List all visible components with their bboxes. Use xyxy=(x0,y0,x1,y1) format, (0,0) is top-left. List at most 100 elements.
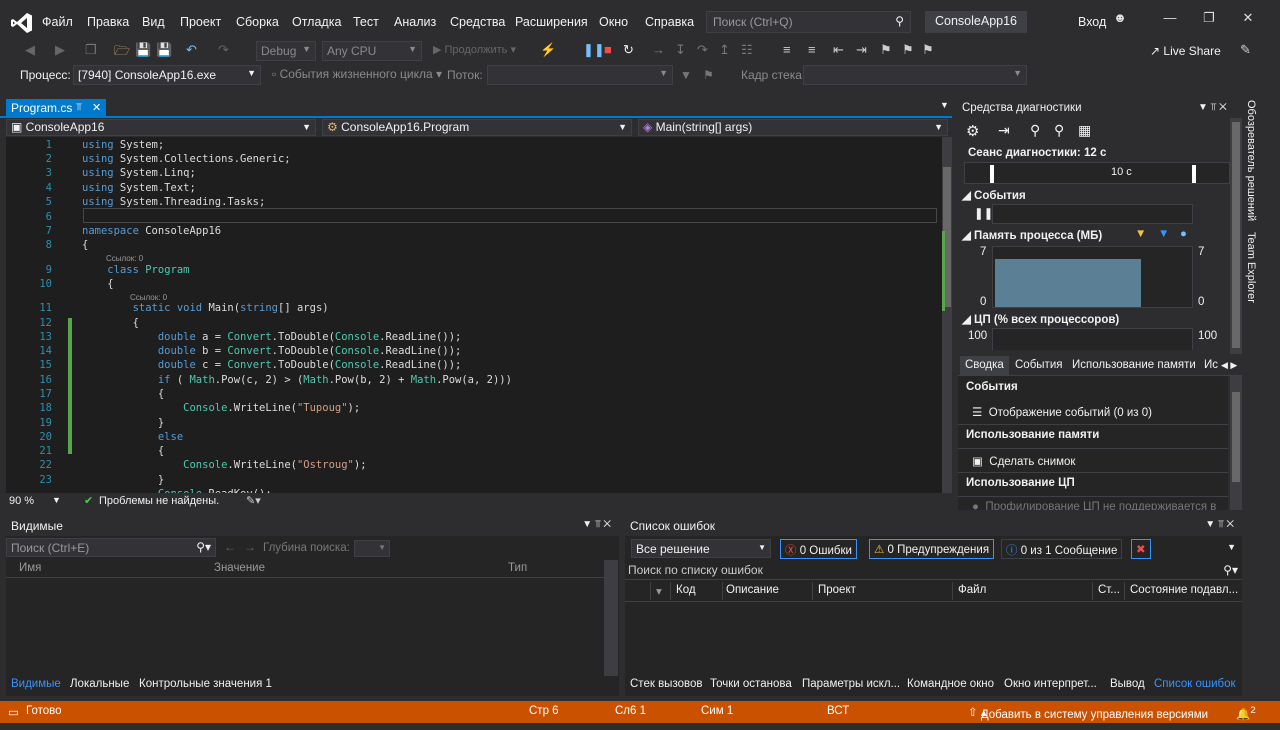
search-depth-select[interactable]: ▼ xyxy=(354,540,390,557)
save-all-icon[interactable]: 💾 xyxy=(156,42,172,58)
solution-explorer-tab[interactable]: Обозреватель решений xyxy=(1245,100,1257,221)
memory-section-header[interactable]: ◢ Память процесса (МБ) xyxy=(962,228,1102,242)
show-events-link[interactable]: ☰ Отображение событий (0 из 0) xyxy=(972,405,1152,419)
timeline-start-handle[interactable] xyxy=(990,165,994,183)
tab-command-window[interactable]: Командное окно xyxy=(907,678,994,690)
notifications-icon[interactable]: 🔔2 xyxy=(1236,705,1256,721)
autos-scrollbar[interactable] xyxy=(604,560,618,676)
scope-select[interactable]: Все решение ▼ xyxy=(631,539,771,558)
diagnostics-top-scrollbar[interactable] xyxy=(1230,118,1242,354)
tab-breakpoints[interactable]: Точки останова xyxy=(710,678,792,690)
col-line[interactable]: Ст... xyxy=(1093,582,1125,600)
feedback-icon[interactable]: ✎ xyxy=(1240,42,1251,58)
next-bookmark-icon[interactable]: ⚑ xyxy=(922,42,934,58)
issues-status[interactable]: Проблемы не найдены. xyxy=(99,495,219,507)
hot-reload-icon[interactable]: ⚡ xyxy=(540,42,556,58)
step-into-icon[interactable]: ↧ xyxy=(675,42,686,58)
pin-icon[interactable]: ⫪ xyxy=(76,102,82,113)
tab-error-list[interactable]: Список ошибок xyxy=(1154,678,1236,690)
save-icon[interactable]: 💾 xyxy=(135,42,151,58)
add-to-source-control-button[interactable]: ⇧ Добавить в систему управления версиями… xyxy=(968,705,1208,721)
codelens-references[interactable]: Ссылок: 0 xyxy=(106,254,143,263)
menu-debug[interactable]: Отладка xyxy=(292,15,341,29)
col-severity[interactable]: ▾ xyxy=(651,582,671,600)
tab-call-stack[interactable]: Стек вызовов xyxy=(630,678,702,690)
menu-file[interactable]: Файл xyxy=(42,15,73,29)
events-section-header[interactable]: ◢ События xyxy=(962,188,1026,202)
autos-search-input[interactable]: Поиск (Ctrl+E) ⚲▾ xyxy=(6,538,216,557)
menu-extensions[interactable]: Расширения xyxy=(515,15,588,29)
prev-bookmark-icon[interactable]: ⚑ xyxy=(902,42,914,58)
search-back-icon[interactable]: ← xyxy=(224,540,236,554)
tab-memory-usage[interactable]: Использование памяти xyxy=(1072,359,1196,371)
tab-scroll-arrows[interactable]: ◀ ▶ xyxy=(1221,360,1237,371)
restore-icon[interactable]: ❐ xyxy=(1197,10,1221,32)
warnings-filter-button[interactable]: ⚠ 0 Предупреждения xyxy=(869,539,995,559)
live-share-button[interactable]: ↗ Live Share xyxy=(1150,44,1221,58)
build-intellisense-filter-icon[interactable]: ✖ xyxy=(1131,539,1151,559)
forward-icon[interactable]: ▶ xyxy=(55,42,65,58)
menu-edit[interactable]: Правка xyxy=(87,15,129,29)
panel-controls-icon[interactable]: ▼ ⫪ ✕ xyxy=(582,519,611,530)
search-forward-icon[interactable]: → xyxy=(244,540,256,554)
messages-filter-button[interactable]: ⓘ 0 из 1 Сообщение xyxy=(1001,539,1123,559)
redo-icon[interactable]: ↷ xyxy=(218,42,229,58)
show-next-statement-icon[interactable]: → xyxy=(652,42,665,57)
export-icon[interactable]: ⇥ xyxy=(998,122,1010,139)
editor-scrollbar[interactable] xyxy=(942,137,952,493)
settings-icon[interactable]: ⚙ xyxy=(966,122,979,140)
open-folder-icon[interactable]: 🗁 xyxy=(114,42,130,64)
close-icon[interactable]: ✕ xyxy=(1236,10,1260,32)
continue-button[interactable]: ▶ Продолжить ▾ xyxy=(433,43,516,56)
lifecycle-events-button[interactable]: ▫ События жизненного цикла ▾ xyxy=(272,67,442,81)
tab-exception-settings[interactable]: Параметры искл... xyxy=(802,678,900,690)
menu-tools[interactable]: Средства xyxy=(450,15,505,29)
restart-icon[interactable]: ↻ xyxy=(623,42,634,58)
tab-cpu-usage[interactable]: Ис xyxy=(1204,359,1218,371)
step-out-icon[interactable]: ↥ xyxy=(719,42,730,58)
tab-watch-1[interactable]: Контрольные значения 1 xyxy=(139,678,272,690)
tab-overflow-icon[interactable]: ▼ xyxy=(940,100,949,110)
menu-project[interactable]: Проект xyxy=(180,15,221,29)
thread-select[interactable]: ▼ xyxy=(487,65,673,85)
cleanup-icon[interactable]: ✎▾ xyxy=(246,494,261,507)
reset-view-icon[interactable]: ▦ xyxy=(1078,122,1091,139)
bookmark-icon[interactable]: ⚑ xyxy=(880,42,892,58)
zoom-out-icon[interactable]: ⚲ xyxy=(1054,122,1064,139)
toggle-comment-icon[interactable]: ≡ xyxy=(783,42,791,57)
minimize-icon[interactable]: — xyxy=(1158,10,1182,32)
menu-analyze[interactable]: Анализ xyxy=(394,15,436,29)
col-description[interactable]: Описание xyxy=(721,582,813,600)
col-value[interactable]: Значение xyxy=(209,560,503,578)
diagnostics-scrollbar[interactable] xyxy=(1230,376,1242,510)
panel-menu-icon[interactable]: ▼ ⫪ ✕ xyxy=(1198,102,1227,113)
member-dropdown[interactable]: ◈ Main(string[] args) ▼ xyxy=(638,119,948,136)
menu-help[interactable]: Справка xyxy=(645,15,694,29)
new-project-icon[interactable]: ❒ xyxy=(85,42,97,58)
pause-events-icon[interactable]: ❚❚ xyxy=(974,206,993,220)
col-name[interactable]: Имя xyxy=(14,560,214,578)
toolbar-overflow-icon[interactable]: ▼ xyxy=(1227,542,1236,552)
search-icon[interactable]: ⚲ xyxy=(895,14,904,28)
filter-icon[interactable]: ▼ xyxy=(680,68,692,82)
take-snapshot-button[interactable]: ▣ Сделать снимок xyxy=(972,454,1075,468)
col-code[interactable]: Код xyxy=(671,582,723,600)
tab-program-cs[interactable]: Program.cs ⫪ ✕ xyxy=(6,99,106,118)
type-dropdown[interactable]: ⚙ ConsoleApp16.Program ▼ xyxy=(322,119,632,136)
tab-locals[interactable]: Локальные xyxy=(70,678,129,690)
zoom-dropdown-icon[interactable]: ▼ xyxy=(52,495,61,505)
sign-in-link[interactable]: Вход xyxy=(1078,15,1106,29)
errors-filter-button[interactable]: Ⓧ 0 Ошибки xyxy=(780,539,857,559)
tab-summary[interactable]: Сводка xyxy=(960,356,1009,376)
undo-icon[interactable]: ↶ xyxy=(186,42,197,58)
hex-icon[interactable]: ☷ xyxy=(741,42,753,58)
timeline-ruler[interactable]: 10 с xyxy=(964,162,1230,184)
stack-frame-select[interactable]: ▼ xyxy=(803,65,1027,85)
step-over-icon[interactable]: ↷ xyxy=(697,42,708,58)
zoom-in-icon[interactable]: ⚲ xyxy=(1030,122,1040,139)
indent-icon[interactable]: ⇥ xyxy=(856,42,867,58)
panel-controls-icon[interactable]: ▼ ⫪ ✕ xyxy=(1205,519,1234,530)
menu-window[interactable]: Окно xyxy=(599,15,628,29)
col-suppression[interactable]: Состояние подавл... xyxy=(1125,582,1242,600)
code-editor[interactable]: 1 2 3 4 5 6 7 8 9 10 11 12 13 14 15 16 17 18 19 20 21 22 23 us… xyxy=(6,137,952,493)
